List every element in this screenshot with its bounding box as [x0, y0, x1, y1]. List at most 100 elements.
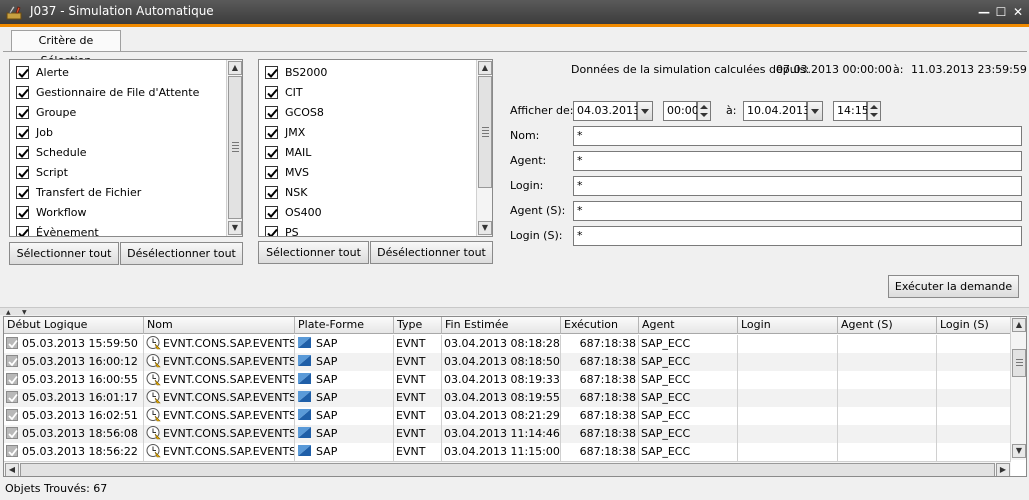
checkbox-checked-icon[interactable] — [16, 125, 29, 139]
platforms-deselect-all-button[interactable]: Désélectionner tout — [370, 241, 493, 264]
from-time-spinner[interactable] — [697, 101, 711, 121]
table-vertical-scrollbar[interactable]: ▲ ▼ — [1010, 317, 1026, 460]
results-table[interactable]: Début Logique Nom Plate-Forme Type Fin Estim… — [3, 316, 1027, 477]
checkbox-checked-icon[interactable] — [265, 185, 278, 199]
table-row[interactable]: 05.03.2013 15:59:50 EVNT.CONS.SAP.EVENTS S… — [4, 335, 1011, 353]
checklist-item[interactable]: Évènement — [16, 222, 99, 236]
agent-input[interactable]: * — [573, 151, 1022, 171]
checkbox-checked-icon[interactable] — [265, 225, 278, 236]
column-header-exec[interactable]: Exécution — [561, 317, 639, 334]
splitter-down-icon[interactable]: ▼ — [22, 309, 27, 316]
checkbox-checked-icon[interactable] — [16, 165, 29, 179]
table-row[interactable]: 05.03.2013 16:01:17 EVNT.CONS.SAP.EVENTS S… — [4, 389, 1011, 407]
checklist-item[interactable]: Job — [16, 122, 53, 142]
to-time-field[interactable]: 14:15 — [833, 101, 869, 121]
maximize-button[interactable]: ☐ — [993, 4, 1009, 20]
checklist-item[interactable]: Script — [16, 162, 68, 182]
checklist-item[interactable]: CIT — [265, 82, 303, 102]
checkbox-checked-icon[interactable] — [16, 105, 29, 119]
to-time-spinner[interactable] — [867, 101, 881, 121]
checklist-item[interactable]: MVS — [265, 162, 309, 182]
login-s-input[interactable]: * — [573, 226, 1022, 246]
types-select-all-button[interactable]: Sélectionner tout — [9, 242, 119, 265]
column-header-end[interactable]: Fin Estimée — [442, 317, 561, 334]
platforms-select-all-button[interactable]: Sélectionner tout — [258, 241, 369, 264]
checklist-item[interactable]: Workflow — [16, 202, 87, 222]
execute-request-button[interactable]: Exécuter la demande — [888, 275, 1019, 298]
checklist-item[interactable]: MAIL — [265, 142, 311, 162]
platform-list[interactable]: BS2000 CIT GCOS8 JMX MAIL MVS NSK OS400 PS ▲ ▼ — [258, 59, 493, 237]
checkbox-checked-icon[interactable] — [265, 85, 278, 99]
checkbox-checked-icon[interactable] — [16, 145, 29, 159]
checkbox-checked-icon[interactable] — [265, 165, 278, 179]
cell-agent: SAP_ECC — [639, 335, 738, 353]
table-row[interactable]: 05.03.2013 18:56:08 EVNT.CONS.SAP.EVENTS S… — [4, 425, 1011, 443]
scroll-down-icon[interactable]: ▼ — [1012, 444, 1026, 458]
scroll-thumb[interactable] — [228, 76, 242, 219]
checklist-item[interactable]: Transfert de Fichier — [16, 182, 141, 202]
checklist-item[interactable]: JMX — [265, 122, 305, 142]
panel-splitter[interactable]: ▲ ▼ — [0, 307, 1029, 316]
from-date-field[interactable]: 04.03.2013 — [573, 101, 640, 121]
scroll-thumb[interactable] — [20, 463, 995, 476]
from-date-dropdown-icon[interactable] — [637, 101, 653, 121]
agent-s-input[interactable]: * — [573, 201, 1022, 221]
table-row[interactable]: 05.03.2013 16:00:55 EVNT.CONS.SAP.EVENTS S… — [4, 371, 1011, 389]
platform-scrollbar[interactable]: ▲ ▼ — [476, 60, 492, 236]
checklist-item[interactable]: Groupe — [16, 102, 76, 122]
column-header-agent[interactable]: Agent — [639, 317, 738, 334]
minimize-button[interactable]: — — [976, 4, 992, 20]
checkbox-checked-icon[interactable] — [265, 65, 278, 79]
to-date-field[interactable]: 10.04.2013 — [743, 101, 810, 121]
checklist-item[interactable]: GCOS8 — [265, 102, 324, 122]
checkbox-checked-icon[interactable] — [265, 125, 278, 139]
checklist-item[interactable]: OS400 — [265, 202, 322, 222]
checklist-item[interactable]: PS — [265, 222, 299, 236]
object-type-list[interactable]: Alerte Gestionnaire de File d'Attente Grou… — [9, 59, 243, 237]
checklist-item[interactable]: BS2000 — [265, 62, 327, 82]
tab-selection-criteria[interactable]: Critère de Sélection — [11, 30, 121, 67]
column-header-agent-s[interactable]: Agent (S) — [838, 317, 937, 334]
scroll-up-icon[interactable]: ▲ — [228, 61, 242, 75]
checkbox-checked-icon[interactable] — [16, 205, 29, 219]
from-time-field[interactable]: 00:00 — [663, 101, 699, 121]
name-input[interactable]: * — [573, 126, 1022, 146]
types-deselect-all-button[interactable]: Désélectionner tout — [120, 242, 243, 265]
column-header-login[interactable]: Login — [738, 317, 838, 334]
table-row[interactable]: 05.03.2013 16:02:51 EVNT.CONS.SAP.EVENTS S… — [4, 407, 1011, 425]
object-type-scrollbar[interactable]: ▲ ▼ — [226, 60, 242, 236]
scroll-right-icon[interactable]: ▶ — [996, 463, 1010, 476]
column-header-platform[interactable]: Plate-Forme — [295, 317, 394, 334]
checklist-item-label: Gestionnaire de File d'Attente — [36, 85, 200, 99]
scroll-left-icon[interactable]: ◀ — [5, 463, 19, 476]
close-button[interactable]: ✕ — [1010, 4, 1026, 20]
column-header-type[interactable]: Type — [394, 317, 442, 334]
checkbox-checked-icon[interactable] — [265, 105, 278, 119]
column-header-name[interactable]: Nom — [144, 317, 295, 334]
table-row[interactable]: 05.03.2013 18:56:22 EVNT.CONS.SAP.EVENTS S… — [4, 443, 1011, 461]
checklist-item[interactable]: Alerte — [16, 62, 69, 82]
splitter-up-icon[interactable]: ▲ — [6, 309, 11, 316]
checklist-item[interactable]: NSK — [265, 182, 307, 202]
scroll-thumb[interactable] — [1012, 349, 1026, 377]
checkbox-checked-icon[interactable] — [265, 205, 278, 219]
checkbox-checked-icon[interactable] — [16, 65, 29, 79]
checklist-item[interactable]: Schedule — [16, 142, 87, 162]
checkbox-checked-icon[interactable] — [16, 85, 29, 99]
login-input[interactable]: * — [573, 176, 1022, 196]
simulation-since-label: Données de la simulation calculées depui… — [571, 63, 810, 76]
checkbox-checked-icon[interactable] — [16, 225, 29, 236]
checklist-item[interactable]: Gestionnaire de File d'Attente — [16, 82, 199, 102]
checkbox-checked-icon[interactable] — [16, 185, 29, 199]
scroll-up-icon[interactable]: ▲ — [478, 61, 492, 75]
scroll-down-icon[interactable]: ▼ — [478, 221, 492, 235]
checkbox-checked-icon[interactable] — [265, 145, 278, 159]
column-header-start[interactable]: Début Logique — [4, 317, 144, 334]
scroll-thumb[interactable] — [478, 76, 492, 188]
table-row[interactable]: 05.03.2013 16:00:12 EVNT.CONS.SAP.EVENTS S… — [4, 353, 1011, 371]
table-horizontal-scrollbar[interactable]: ◀ ▶ — [4, 461, 1011, 476]
column-header-login-s[interactable]: Login (S) — [937, 317, 1011, 334]
scroll-down-icon[interactable]: ▼ — [228, 221, 242, 235]
to-date-dropdown-icon[interactable] — [807, 101, 823, 121]
scroll-up-icon[interactable]: ▲ — [1012, 318, 1026, 332]
